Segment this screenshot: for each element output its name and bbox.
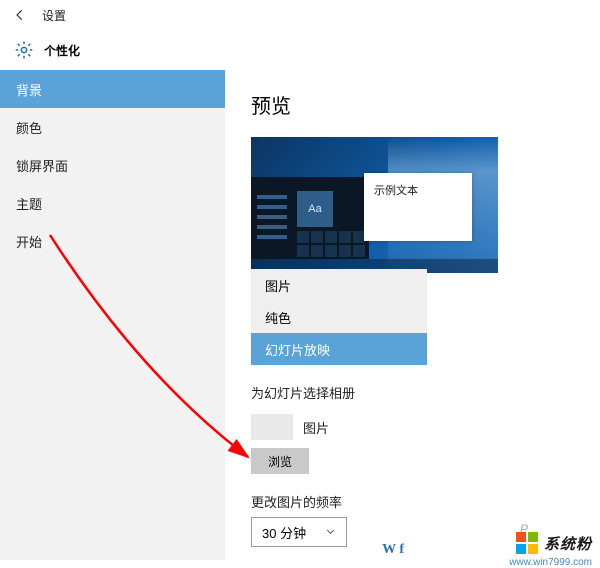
header: 个性化: [0, 30, 600, 70]
option-label: 图片: [265, 276, 291, 295]
ms-logo-icon: [516, 532, 538, 554]
sidebar-item-background[interactable]: 背景: [0, 70, 225, 108]
sidebar-item-label: 颜色: [16, 118, 42, 137]
option-slideshow[interactable]: 幻灯片放映: [251, 333, 427, 365]
browse-button-label: 浏览: [268, 453, 292, 470]
background-type-dropdown[interactable]: 图片 纯色 幻灯片放映: [251, 269, 427, 365]
frequency-value: 30 分钟: [262, 523, 306, 542]
window-title: 设置: [42, 7, 66, 24]
content: 预览 Aa 示例文本 图片 纯色 幻灯片放映 为幻灯片选择相册 图片 浏览 更改…: [225, 70, 600, 560]
option-label: 幻灯片放映: [265, 340, 330, 359]
arrow-left-icon: [13, 8, 27, 22]
sidebar: 背景 颜色 锁屏界面 主题 开始: [0, 70, 225, 560]
sidebar-item-color[interactable]: 颜色: [0, 108, 225, 146]
album-thumb[interactable]: [251, 414, 293, 440]
frequency-label: 更改图片的频率: [251, 492, 574, 511]
sidebar-item-label: 锁屏界面: [16, 156, 68, 175]
option-picture[interactable]: 图片: [251, 269, 427, 301]
option-label: 纯色: [265, 308, 291, 327]
sidebar-item-start[interactable]: 开始: [0, 222, 225, 260]
wf-mark: W f: [382, 542, 404, 558]
chevron-down-icon: [325, 525, 336, 540]
preview-heading: 预览: [251, 90, 574, 119]
frequency-select[interactable]: 30 分钟: [251, 517, 347, 547]
back-button[interactable]: [10, 5, 30, 25]
titlebar: 设置: [0, 0, 600, 30]
watermark-brand: 系统粉: [544, 533, 592, 554]
sidebar-item-label: 背景: [16, 80, 42, 99]
browse-button[interactable]: 浏览: [251, 448, 309, 474]
preview-leftcol: [257, 195, 287, 255]
preview-window: 示例文本: [364, 173, 472, 241]
album-thumb-label: 图片: [303, 418, 329, 437]
sidebar-item-theme[interactable]: 主题: [0, 184, 225, 222]
watermark: 系统粉: [516, 532, 592, 554]
gear-icon: [14, 40, 34, 60]
sidebar-item-label: 主题: [16, 194, 42, 213]
preview-tile-grid: [297, 231, 369, 257]
desktop-preview: Aa 示例文本: [251, 137, 498, 273]
option-solid[interactable]: 纯色: [251, 301, 427, 333]
album-row: 图片: [251, 408, 574, 442]
preview-tile-aa: Aa: [297, 191, 333, 227]
sidebar-item-lockscreen[interactable]: 锁屏界面: [0, 146, 225, 184]
preview-sample-text: 示例文本: [374, 185, 418, 197]
section-title: 个性化: [44, 42, 80, 59]
sidebar-item-label: 开始: [16, 232, 42, 251]
watermark-url: www.win7999.com: [509, 557, 592, 568]
body: 背景 颜色 锁屏界面 主题 开始 预览 Aa 示例文本 图片 纯色 幻灯片放映 …: [0, 70, 600, 560]
album-label: 为幻灯片选择相册: [251, 383, 574, 402]
